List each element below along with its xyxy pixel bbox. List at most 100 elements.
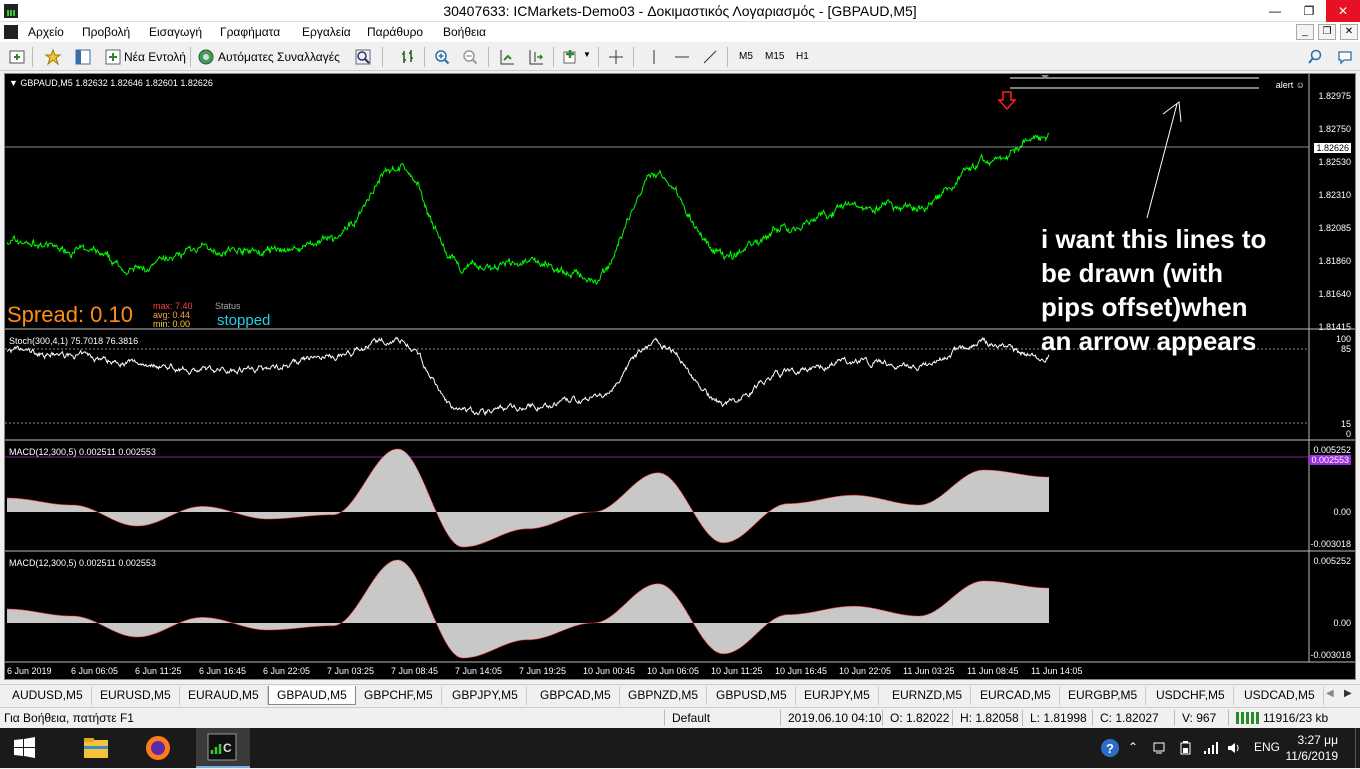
menu-window[interactable]: Παράθυρο bbox=[367, 25, 423, 39]
chat-icon[interactable] bbox=[1336, 48, 1354, 66]
mt4-taskbar-button[interactable]: C bbox=[196, 728, 250, 768]
new-chart-icon[interactable] bbox=[8, 48, 26, 66]
macd2-tick: 0.005252 bbox=[1313, 556, 1351, 566]
symbol-tab[interactable]: USDCHF,M5 bbox=[1148, 686, 1234, 705]
toolbar: Νέα Εντολή Αυτόματες Συναλλαγές ▼ M5 M15… bbox=[0, 43, 1360, 71]
minimize-button[interactable]: — bbox=[1258, 0, 1292, 22]
macd1-tick: 0.005252 bbox=[1313, 445, 1351, 455]
price-tick: 1.81640 bbox=[1318, 289, 1351, 299]
symbol-tab[interactable]: GBPAUD,M5 bbox=[268, 686, 356, 705]
date-tick: 11 Jun 03:25 bbox=[903, 666, 955, 676]
signal-tray-icon[interactable] bbox=[1202, 740, 1218, 756]
date-tick: 10 Jun 22:05 bbox=[839, 666, 892, 676]
bar-low: L: 1.81998 bbox=[1030, 711, 1087, 725]
timeframe-h1-button[interactable]: H1 bbox=[796, 51, 809, 62]
chart-window[interactable]: ▼ GBPAUD,M5 1.82632 1.82646 1.82601 1.82… bbox=[4, 73, 1356, 680]
battery-tray-icon[interactable] bbox=[1178, 740, 1194, 756]
macd2-header: MACD(12,300,5) 0.002511 0.002553 bbox=[9, 558, 156, 568]
symbol-tab[interactable]: GBPUSD,M5 bbox=[708, 686, 796, 705]
tab-scroll-right-icon[interactable]: ▶ bbox=[1344, 688, 1352, 699]
indicators-icon[interactable] bbox=[562, 48, 580, 66]
date-tick: 7 Jun 08:45 bbox=[391, 666, 439, 676]
auto-trading-icon[interactable] bbox=[197, 48, 215, 66]
timeframe-m15-button[interactable]: M15 bbox=[765, 51, 784, 62]
mdi-close-button[interactable]: ✕ bbox=[1340, 24, 1358, 40]
help-tray-icon[interactable]: ? bbox=[1100, 738, 1120, 758]
bar-open: O: 1.82022 bbox=[890, 711, 950, 725]
symbol-header: ▼ GBPAUD,M5 1.82632 1.82646 1.82601 1.82… bbox=[9, 78, 213, 88]
symbol-tab[interactable]: GBPCHF,M5 bbox=[356, 686, 442, 705]
symbol-tab[interactable]: GBPNZD,M5 bbox=[620, 686, 708, 705]
symbol-tab[interactable]: GBPCAD,M5 bbox=[532, 686, 620, 705]
volume-tray-icon[interactable] bbox=[1226, 740, 1242, 756]
menu-bar: Αρχείο Προβολή Εισαγωγή Γραφήματα Εργαλε… bbox=[0, 22, 1360, 42]
search-icon[interactable] bbox=[1306, 48, 1324, 66]
vertical-line-icon[interactable] bbox=[645, 48, 663, 66]
profile-name[interactable]: Default bbox=[672, 711, 710, 725]
symbol-tab[interactable]: EURAUD,M5 bbox=[180, 686, 268, 705]
date-tick: 6 Jun 22:05 bbox=[263, 666, 311, 676]
stoch-tick: 100 bbox=[1335, 334, 1351, 344]
date-tick: 10 Jun 00:45 bbox=[583, 666, 636, 676]
favorites-star-icon[interactable] bbox=[44, 48, 62, 66]
symbol-tab[interactable]: USDCAD,M5 bbox=[1236, 686, 1324, 705]
symbol-tab[interactable]: AUDUSD,M5 bbox=[4, 686, 92, 705]
auto-scroll-icon[interactable] bbox=[498, 48, 516, 66]
symbol-tab[interactable]: EURGBP,M5 bbox=[1060, 686, 1147, 705]
horizontal-line-icon[interactable] bbox=[673, 48, 691, 66]
close-button[interactable]: ✕ bbox=[1326, 0, 1360, 22]
chart-canvas[interactable] bbox=[5, 74, 1355, 679]
chart-shift-icon[interactable] bbox=[527, 48, 545, 66]
spread-value: Spread: 0.10 bbox=[7, 302, 133, 327]
new-order-button[interactable]: Νέα Εντολή bbox=[124, 50, 186, 64]
new-order-icon[interactable] bbox=[104, 48, 122, 66]
traffic-counter: 11916/23 kb bbox=[1263, 711, 1329, 725]
macd1-header: MACD(12,300,5) 0.002511 0.002553 bbox=[9, 447, 156, 457]
menu-file[interactable]: Αρχείο bbox=[28, 25, 64, 39]
crosshair-icon[interactable] bbox=[607, 48, 625, 66]
symbol-tab[interactable]: EURCAD,M5 bbox=[972, 686, 1060, 705]
macd1-tick: -0.003018 bbox=[1310, 539, 1351, 549]
price-tick: 1.82085 bbox=[1318, 223, 1351, 233]
price-tick: 1.82750 bbox=[1318, 124, 1351, 134]
file-explorer-icon[interactable] bbox=[72, 728, 120, 768]
network-tray-icon[interactable] bbox=[1152, 740, 1168, 756]
show-desktop-button[interactable] bbox=[1355, 728, 1360, 768]
tab-scroll-left-icon[interactable]: ◀ bbox=[1326, 688, 1334, 699]
timeframe-m5-button[interactable]: M5 bbox=[739, 51, 753, 62]
symbol-tab[interactable]: EURUSD,M5 bbox=[92, 686, 180, 705]
windows-start-icon[interactable] bbox=[0, 728, 48, 768]
trendline-icon[interactable] bbox=[701, 48, 719, 66]
menu-view[interactable]: Προβολή bbox=[82, 25, 130, 39]
title-bar: 30407633: ICMarkets-Demo03 - Δοκιμαστικό… bbox=[0, 0, 1360, 22]
svg-text:?: ? bbox=[1106, 741, 1114, 756]
symbol-tab[interactable]: GBPJPY,M5 bbox=[444, 686, 527, 705]
zoom-out-icon[interactable] bbox=[461, 48, 479, 66]
restore-button[interactable]: ❐ bbox=[1292, 0, 1326, 22]
zoom-in-icon[interactable] bbox=[433, 48, 451, 66]
clock-time: 3:27 μμ bbox=[1297, 733, 1338, 747]
symbol-tab[interactable]: EURJPY,M5 bbox=[796, 686, 879, 705]
mdi-restore-button[interactable]: ❐ bbox=[1318, 24, 1336, 40]
status-value: stopped bbox=[217, 312, 271, 329]
stoch-tick: 85 bbox=[1340, 344, 1351, 354]
mdi-minimize-button[interactable]: _ bbox=[1296, 24, 1314, 40]
annotation-line: be drawn (with bbox=[1041, 258, 1223, 288]
navigator-icon[interactable] bbox=[74, 48, 92, 66]
date-tick: 11 Jun 08:45 bbox=[967, 666, 1019, 676]
input-language[interactable]: ENG bbox=[1254, 740, 1280, 754]
auto-trading-button[interactable]: Αυτόματες Συναλλαγές bbox=[218, 50, 340, 64]
show-hidden-icons-icon[interactable]: ⌃ bbox=[1128, 740, 1138, 754]
firefox-icon[interactable] bbox=[134, 728, 182, 768]
indicators-dropdown-icon[interactable]: ▼ bbox=[583, 50, 591, 59]
menu-help[interactable]: Βοήθεια bbox=[443, 25, 486, 39]
macd1-signal-label: 0.002553 bbox=[1309, 455, 1351, 465]
menu-tools[interactable]: Εργαλεία bbox=[302, 25, 351, 39]
system-clock[interactable]: 3:27 μμ 11/6/2019 bbox=[1286, 732, 1339, 764]
strategy-tester-icon[interactable] bbox=[354, 48, 372, 66]
symbol-tab[interactable]: EURNZD,M5 bbox=[884, 686, 972, 705]
menu-charts[interactable]: Γραφήματα bbox=[220, 25, 280, 39]
taskbar: C ? ⌃ ENG 3:27 μμ 11/6/2019 bbox=[0, 728, 1360, 768]
bar-chart-icon[interactable] bbox=[399, 48, 417, 66]
menu-insert[interactable]: Εισαγωγή bbox=[149, 25, 202, 39]
